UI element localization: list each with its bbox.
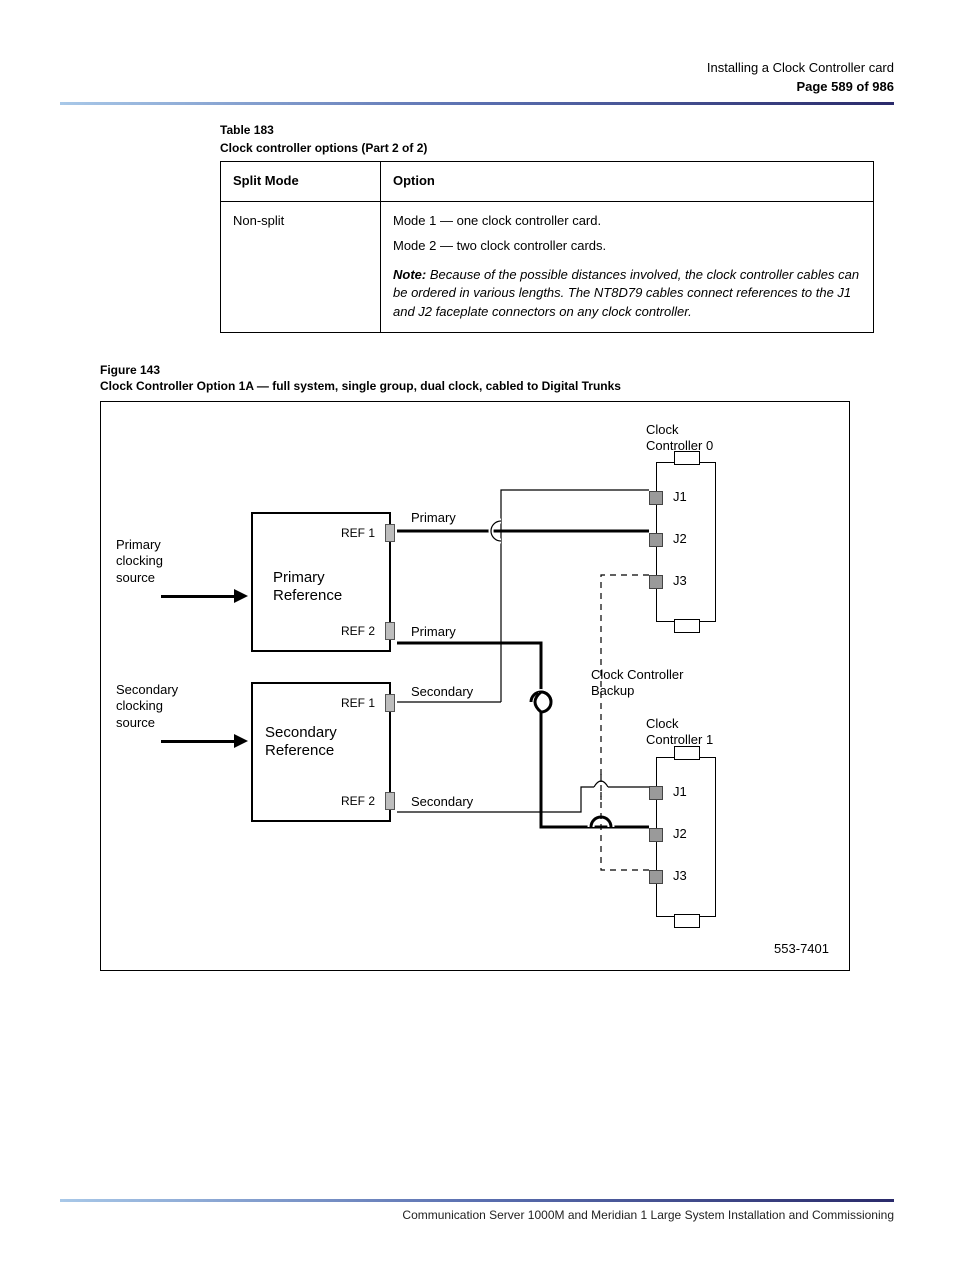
ref2-label-top: REF 2 [341,624,375,638]
cc1-ear-bottom [674,914,700,928]
cc1-j2-label: J2 [673,826,687,841]
port-sref-ref1 [385,694,395,712]
cc1-j1-label: J1 [673,784,687,799]
arrow-head-primary [234,589,248,603]
secondary-reference-box: Secondary Reference REF 1 REF 2 [251,682,391,822]
line-label-secondary-1: Secondary [411,684,473,699]
table-row: Non-split Mode 1 — one clock controller … [221,201,874,332]
cc0-j2 [649,533,663,547]
label-secondary-source: Secondary clocking source [116,682,178,731]
cc1-ear-top [674,746,700,760]
table-cell-split: Non-split [221,201,381,332]
ref2-label-bot: REF 2 [341,794,375,808]
option-note: Note: Because of the possible distances … [393,266,861,323]
footer-rule [60,1199,894,1202]
header-page: Page 589 of 986 [60,79,894,94]
line-label-primary-1: Primary [411,510,456,525]
arrow-head-secondary [234,734,248,748]
label-cc0: Clock Controller 0 [646,422,713,453]
arrow-primary [161,595,236,598]
line-label-secondary-2: Secondary [411,794,473,809]
table-title: Clock controller options (Part 2 of 2) [220,141,894,155]
header-section: Installing a Clock Controller card [60,60,894,75]
port-pref-ref1 [385,524,395,542]
cc1-j1 [649,786,663,800]
clock-options-table: Split Mode Option Non-split Mode 1 — one… [220,161,874,333]
cc0-ear-top [674,451,700,465]
cc0-j1 [649,491,663,505]
figure-number: Figure 143 [100,363,874,377]
figure-title: Clock Controller Option 1A — full system… [100,379,874,393]
cc0-ear-bottom [674,619,700,633]
primary-ref-label: Primary Reference [273,569,342,605]
table-wrap: Split Mode Option Non-split Mode 1 — one… [220,161,874,333]
table-header-row: Split Mode Option [221,162,874,202]
cc0-j1-label: J1 [673,489,687,504]
table-cell-option: Mode 1 — one clock controller card. Mode… [381,201,874,332]
cc0-j3-label: J3 [673,573,687,588]
port-sref-ref2 [385,792,395,810]
page: Installing a Clock Controller card Page … [0,0,954,1272]
diagram-code: 553-7401 [774,941,829,956]
secondary-ref-label: Secondary Reference [265,724,337,760]
wires-svg [101,402,851,972]
figure-area: Figure 143 Clock Controller Option 1A — … [100,363,874,971]
cc1-j2 [649,828,663,842]
label-cc1: Clock Controller 1 [646,716,713,747]
option-line-2: Mode 2 — two clock controller cards. [393,237,861,256]
arrow-secondary [161,740,236,743]
option-line-1: Mode 1 — one clock controller card. [393,212,861,231]
cc0-j3 [649,575,663,589]
clock-controller-1-box: J1 J2 J3 [656,757,716,917]
label-cc-backup: Clock Controller Backup [591,667,683,698]
clock-diagram: Primary clocking source Secondary clocki… [100,401,850,971]
cc1-j3 [649,870,663,884]
footer-text: Communication Server 1000M and Meridian … [60,1208,894,1222]
port-pref-ref2 [385,622,395,640]
line-label-primary-2: Primary [411,624,456,639]
table-number: Table 183 [220,123,894,137]
ref1-label-top: REF 1 [341,526,375,540]
header-rule [60,102,894,105]
table-header-col2: Option [381,162,874,202]
clock-controller-0-box: J1 J2 J3 [656,462,716,622]
cc0-j2-label: J2 [673,531,687,546]
label-primary-source: Primary clocking source [116,537,163,586]
footer: Communication Server 1000M and Meridian … [60,1179,894,1222]
ref1-label-bot: REF 1 [341,696,375,710]
cc1-j3-label: J3 [673,868,687,883]
primary-reference-box: Primary Reference REF 1 REF 2 [251,512,391,652]
table-header-col1: Split Mode [221,162,381,202]
